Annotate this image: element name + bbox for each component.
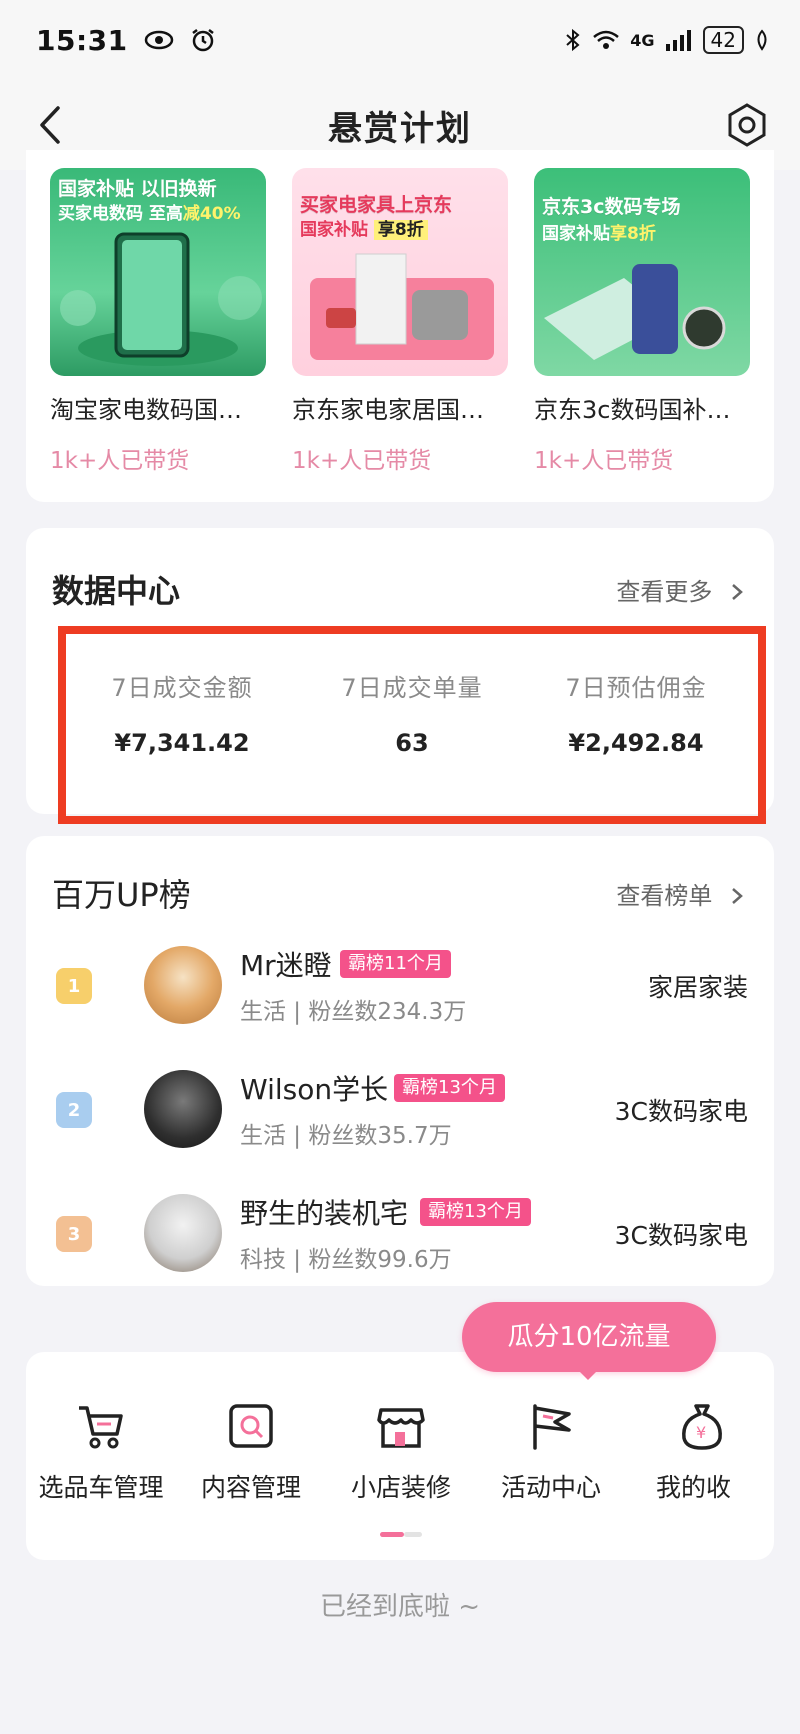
page-indicator xyxy=(380,1532,422,1537)
page-dot xyxy=(404,1532,422,1537)
tool-product-cart[interactable]: 选品车管理 xyxy=(26,1398,176,1504)
rank-streak-badge: 霸榜13个月 xyxy=(420,1198,531,1226)
tool-income[interactable]: ¥ 我的收 xyxy=(626,1398,774,1504)
creator-meta: 生活 | 粉丝数234.3万 xyxy=(240,999,467,1025)
view-more-link[interactable]: 查看更多 xyxy=(616,572,744,607)
shop-icon xyxy=(377,1408,425,1448)
page-title: 悬赏计划 xyxy=(328,108,472,149)
tools-card: 选品车管理 内容管理 小店装修 活动中心 ¥ 我的收 xyxy=(26,1352,774,1560)
subsidy-thumb: 京东3c数码专场 国家补贴享8折 xyxy=(534,168,750,376)
tool-activity-center[interactable]: 活动中心 xyxy=(476,1398,626,1504)
subsidy-sales: 1k+人已带货 xyxy=(534,448,674,474)
tool-label: 我的收 xyxy=(656,1473,732,1502)
bluetooth-icon xyxy=(566,28,580,52)
creator-name: 野生的装机宅 xyxy=(240,1197,409,1230)
creator-category: 3C数码家电 xyxy=(614,1221,748,1250)
creator-category: 3C数码家电 xyxy=(614,1097,748,1126)
tool-shop-decor[interactable]: 小店装修 xyxy=(326,1398,476,1504)
creator-category: 家居家装 xyxy=(647,973,748,1002)
rank-card: 百万UP榜 查看榜单 1 Mr迷瞪 霸榜11个月 生活 | 粉丝数234.3万 … xyxy=(26,836,774,1286)
rank-badge: 2 xyxy=(56,1092,92,1128)
gadget-image xyxy=(544,264,726,360)
rank-badge: 3 xyxy=(56,1216,92,1252)
rank-streak-badge: 霸榜11个月 xyxy=(340,950,451,978)
status-time: 15:31 xyxy=(36,23,128,57)
view-rank-link[interactable]: 查看榜单 xyxy=(616,876,744,911)
creator-meta: 科技 | 粉丝数99.6万 xyxy=(240,1247,452,1273)
avatar xyxy=(144,946,222,1024)
metric-commission: 7日预估佣金 ¥2,492.84 xyxy=(526,668,746,757)
rank-row[interactable]: 3 野生的装机宅 霸榜13个月 科技 | 粉丝数99.6万 3C数码家电 xyxy=(56,1182,774,1292)
chevron-right-icon xyxy=(732,888,743,904)
subsidy-title: 京东家电家居国… xyxy=(292,396,484,424)
network-type: 4G xyxy=(630,30,655,50)
avatar xyxy=(144,1070,222,1148)
metric-label: 7日成交单量 xyxy=(341,674,483,702)
section-title-data-center: 数据中心 xyxy=(52,572,181,610)
promo-bubble[interactable]: 瓜分10亿流量 xyxy=(462,1302,716,1372)
avatar xyxy=(144,1194,222,1272)
rank-row[interactable]: 1 Mr迷瞪 霸榜11个月 生活 | 粉丝数234.3万 家居家装 xyxy=(56,934,774,1044)
money-bag-icon: ¥ xyxy=(682,1404,722,1450)
tool-label: 活动中心 xyxy=(500,1473,601,1502)
rank-streak-badge: 霸榜13个月 xyxy=(394,1074,505,1102)
signal-icon xyxy=(665,30,691,51)
subsidy-thumb: 买家电家具上京东 国家补贴 享8折 xyxy=(292,168,508,376)
metric-orders: 7日成交单量 63 xyxy=(302,668,522,757)
back-icon[interactable] xyxy=(30,102,70,148)
wifi-icon xyxy=(593,30,620,49)
metric-value: ¥2,492.84 xyxy=(568,729,704,757)
subsidy-sales: 1k+人已带货 xyxy=(292,448,432,474)
subsidy-item-jd-home[interactable]: 买家电家具上京东 国家补贴 享8折 京东家电家居国… 1k+人已带货 xyxy=(292,168,508,475)
settings-icon[interactable] xyxy=(724,102,770,148)
rank-badge: 1 xyxy=(56,968,92,1004)
promo-bubble-tip xyxy=(576,1368,600,1380)
metric-label: 7日成交金额 xyxy=(111,674,253,702)
view-more-label: 查看更多 xyxy=(616,578,713,606)
creator-meta: 生活 | 粉丝数35.7万 xyxy=(240,1123,452,1149)
highlight-box: 7日成交金额 ¥7,341.42 7日成交单量 63 7日预估佣金 ¥2,492… xyxy=(58,626,766,824)
chevron-right-icon xyxy=(732,584,743,600)
tool-content[interactable]: 内容管理 xyxy=(176,1398,326,1504)
rank-row[interactable]: 2 Wilson学长 霸榜13个月 生活 | 粉丝数35.7万 3C数码家电 xyxy=(56,1058,774,1168)
creator-name: Mr迷瞪 xyxy=(240,949,332,982)
eye-icon xyxy=(144,30,173,50)
subsidy-sales: 1k+人已带货 xyxy=(50,448,190,474)
metric-label: 7日预估佣金 xyxy=(565,674,707,702)
svg-text:¥: ¥ xyxy=(696,1423,706,1442)
tool-label: 选品车管理 xyxy=(38,1473,164,1502)
cart-icon xyxy=(79,1406,123,1449)
status-bar: 15:31 4G 42 xyxy=(0,0,800,80)
alarm-icon xyxy=(191,29,214,52)
end-of-list-text: 已经到底啦 ~ xyxy=(319,1592,481,1622)
flag-icon xyxy=(533,1404,571,1450)
leaf-icon xyxy=(757,29,767,51)
subsidy-item-taobao[interactable]: 国家补贴 以旧换新 买家电数码 至高减40% 淘宝家电数码国… 1k+人已带货 xyxy=(50,168,266,475)
page-dot-active xyxy=(380,1532,404,1537)
metric-value: 63 xyxy=(395,729,429,757)
subsidy-item-jd-3c[interactable]: 京东3c数码专场 国家补贴享8折 京东3c数码国补… 1k+人已带货 xyxy=(534,168,750,475)
tool-label: 小店装修 xyxy=(350,1473,451,1502)
metric-gmv: 7日成交金额 ¥7,341.42 xyxy=(72,668,292,757)
subsidy-title: 京东3c数码国补… xyxy=(534,396,731,424)
battery-indicator: 42 xyxy=(702,26,744,54)
tool-label: 内容管理 xyxy=(200,1473,301,1502)
subsidy-thumb: 国家补贴 以旧换新 买家电数码 至高减40% xyxy=(50,168,266,376)
metric-value: ¥7,341.42 xyxy=(114,729,250,757)
search-doc-icon xyxy=(229,1404,273,1448)
section-title-rank: 百万UP榜 xyxy=(52,876,191,914)
creator-name: Wilson学长 xyxy=(240,1073,389,1106)
view-rank-label: 查看榜单 xyxy=(616,882,713,910)
appliance-image xyxy=(310,253,494,360)
phone-image xyxy=(60,232,262,366)
subsidy-card: 国家补贴 以旧换新 买家电数码 至高减40% 淘宝家电数码国… 1k+人已带货 … xyxy=(26,150,774,502)
subsidy-title: 淘宝家电数码国… xyxy=(50,396,242,424)
